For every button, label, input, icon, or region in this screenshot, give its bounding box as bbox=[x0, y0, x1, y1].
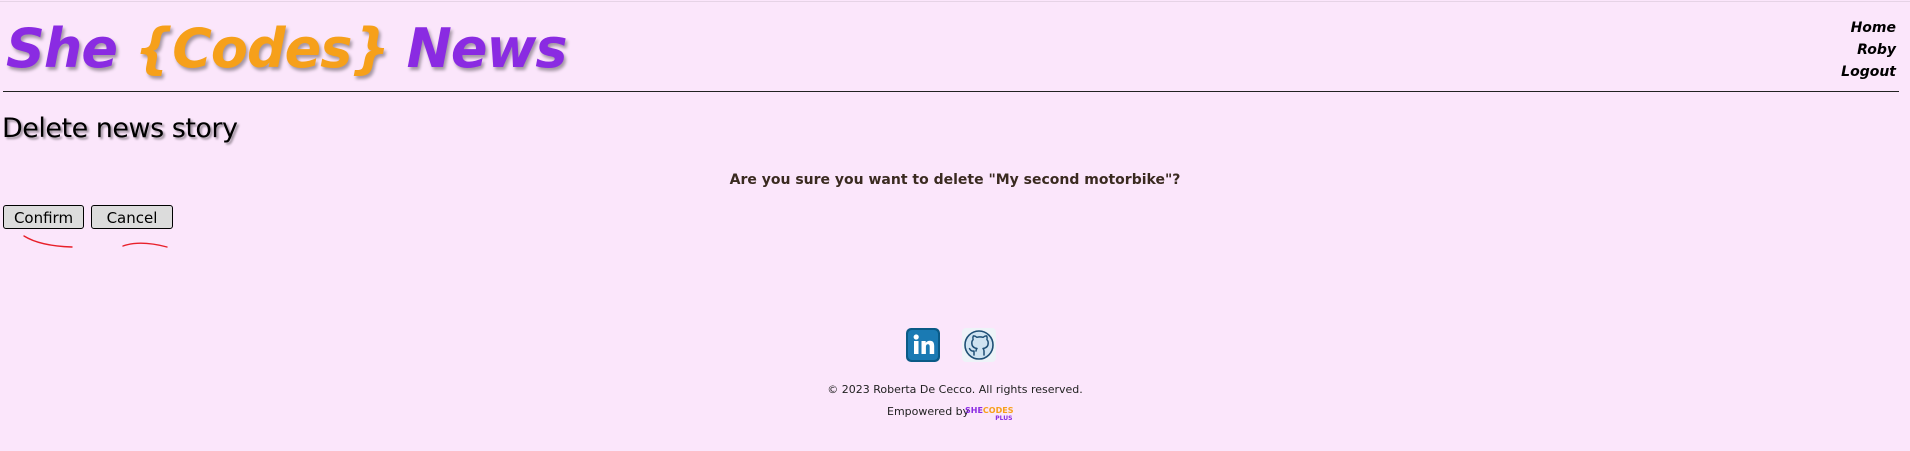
linkedin-icon[interactable] bbox=[906, 328, 940, 362]
confirm-underline-mark bbox=[23, 235, 73, 248]
nav-user-link[interactable]: Roby bbox=[1841, 39, 1896, 61]
sc-logo-codes: CODES bbox=[982, 406, 1014, 415]
sc-logo-she: SHE bbox=[965, 406, 983, 415]
github-icon[interactable] bbox=[962, 328, 996, 362]
site-logo[interactable]: She {Codes} News bbox=[6, 10, 567, 88]
cancel-underline-mark bbox=[122, 242, 168, 248]
delete-confirm-message: Are you sure you want to delete "My seco… bbox=[729, 172, 1181, 188]
logo-codes: {Codes} bbox=[134, 17, 390, 80]
copyright-text: © 2023 Roberta De Cecco. All rights rese… bbox=[827, 383, 1083, 396]
red-annotation-marks bbox=[23, 235, 168, 248]
nav-logout-link[interactable]: Logout bbox=[1841, 61, 1896, 83]
shecodes-plus-logo[interactable]: SHECODES PLUS bbox=[965, 406, 1013, 422]
logo-news: News bbox=[406, 17, 568, 80]
sc-logo-plus: PLUS bbox=[995, 415, 1013, 422]
main-nav: Home Roby Logout bbox=[1841, 17, 1896, 83]
page-title: Delete news story bbox=[2, 113, 238, 144]
site-header: She {Codes} News Home Roby Logout bbox=[3, 0, 1899, 92]
logo-she: She bbox=[6, 17, 118, 80]
empowered-by-text: Empowered by bbox=[887, 405, 970, 418]
nav-home-link[interactable]: Home bbox=[1841, 17, 1896, 39]
